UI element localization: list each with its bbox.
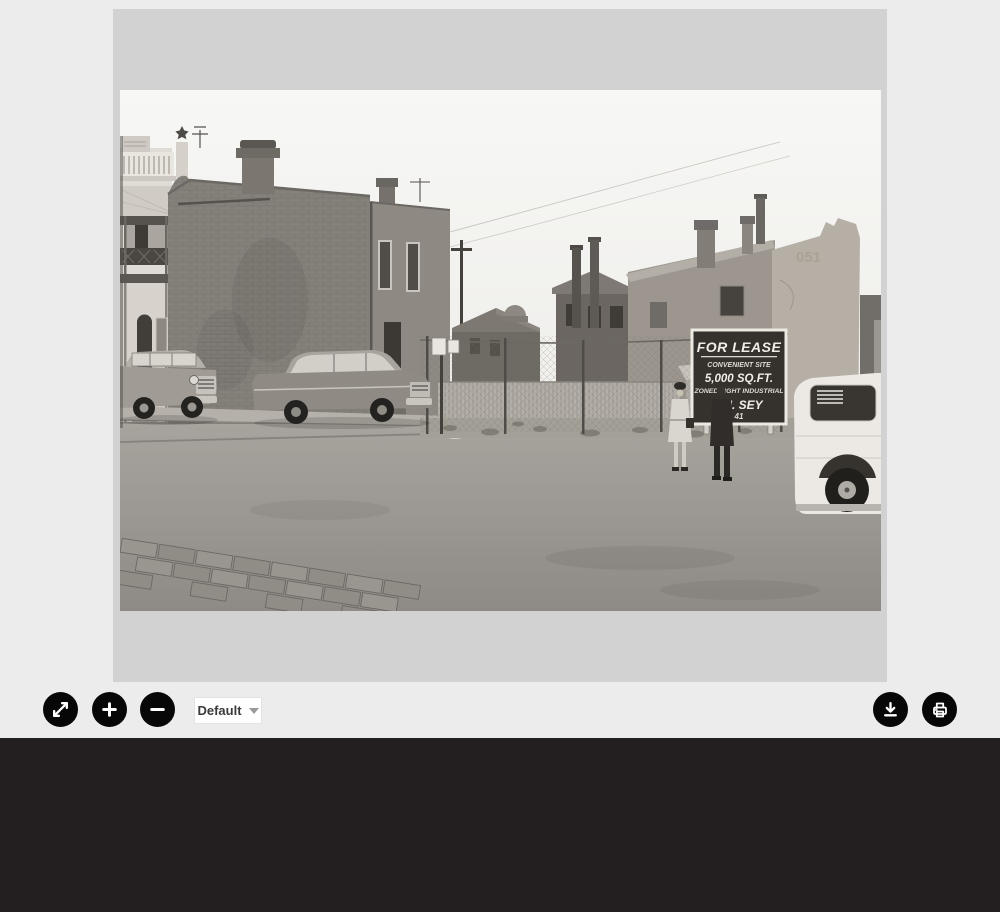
sign-line-1: FOR LEASE xyxy=(697,339,782,355)
caret-down-icon xyxy=(249,708,259,714)
sign-line-6: 41 xyxy=(734,412,744,421)
sign-line-3: 5,000 SQ.FT. xyxy=(705,373,773,385)
photo-edge xyxy=(120,136,123,428)
for-lease-sign: FOR LEASE CONVENIENT SITE 5,000 SQ.FT. Z… xyxy=(692,330,786,434)
sign-line-4: ZONED LIGHT INDUSTRIAL xyxy=(693,388,783,395)
ghost-sign-text: 051 xyxy=(796,249,821,266)
sign-line-2: CONVENIENT SITE xyxy=(707,362,771,369)
fullscreen-button[interactable] xyxy=(43,692,78,727)
archive-image-viewer: 051 xyxy=(0,0,1000,912)
minus-icon xyxy=(148,700,167,719)
download-arrow-icon xyxy=(881,700,900,719)
print-button[interactable] xyxy=(922,692,957,727)
printer-icon xyxy=(930,700,950,720)
zoom-preset-label: Default xyxy=(197,703,241,718)
expand-arrows-icon xyxy=(51,700,70,719)
zoom-preset-dropdown[interactable]: Default xyxy=(194,697,262,724)
photo[interactable]: 051 xyxy=(120,90,881,611)
plus-icon xyxy=(100,700,119,719)
download-button[interactable] xyxy=(873,692,908,727)
footer-bar: Gore Street, Fitzroy, from Gertrude Stre… xyxy=(0,738,1000,912)
white-van xyxy=(794,373,881,514)
zoom-in-button[interactable] xyxy=(92,692,127,727)
viewer-stage: 051 xyxy=(113,9,887,682)
zoom-out-button[interactable] xyxy=(140,692,175,727)
